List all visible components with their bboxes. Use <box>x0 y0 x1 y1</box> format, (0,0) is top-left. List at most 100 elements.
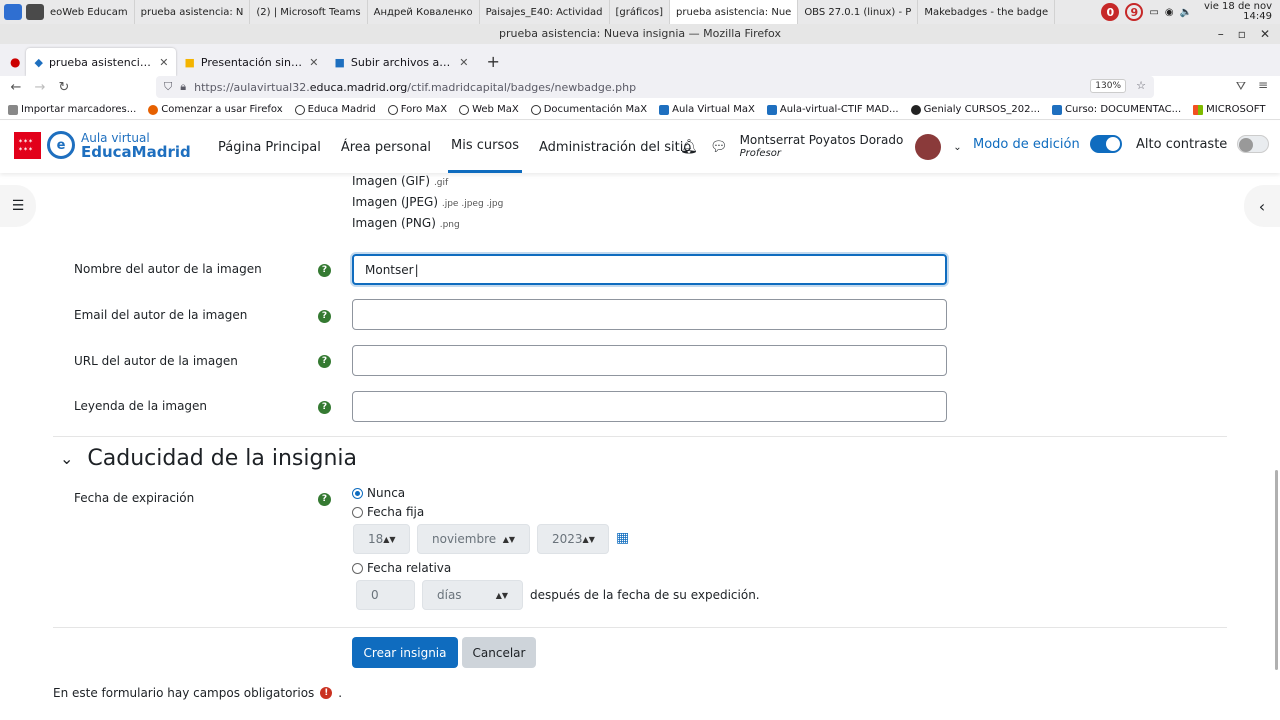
bookmark-star-icon[interactable]: ☆ <box>1136 79 1146 92</box>
bookmark-item[interactable]: Aula Virtual MaX <box>659 104 755 115</box>
relative-number-input[interactable]: 0 <box>356 580 415 610</box>
menu-icon[interactable]: ≡ <box>1258 78 1268 92</box>
browser-tab[interactable]: ◆ prueba asistencia: Nueva ✕ <box>26 48 177 76</box>
year-select[interactable]: 2023 ▲▼ <box>537 524 609 554</box>
taskbar-item[interactable]: (2) | Microsoft Teams <box>250 0 368 24</box>
help-icon[interactable]: ? <box>318 355 331 368</box>
month-select[interactable]: noviembre ▲▼ <box>417 524 530 554</box>
close-tab-icon[interactable]: ✕ <box>159 56 168 69</box>
high-contrast-control: Alto contraste <box>1136 135 1270 153</box>
network-icon[interactable]: ◉ <box>1165 7 1174 18</box>
bookmark-item[interactable]: MICROSOFT <box>1193 104 1265 115</box>
taskbar-item[interactable]: Makebadges - the badge <box>918 0 1056 24</box>
site-logo[interactable]: ✶✶✶ ✶✶✶ e Aula virtual EducaMadrid <box>14 131 191 160</box>
forward-icon[interactable]: → <box>28 80 52 95</box>
help-icon[interactable]: ? <box>318 310 331 323</box>
nav-site-admin[interactable]: Administración del sitio <box>536 121 694 173</box>
expiry-relative-option[interactable]: Fecha relativa <box>352 561 451 575</box>
taskbar-item[interactable]: Paisajes_E40: Actividad <box>480 0 610 24</box>
page-scrollbar[interactable] <box>1275 470 1278 670</box>
bookmark-label: Documentación MaX <box>543 104 648 115</box>
moodle-favicon-icon: ◆ <box>34 55 43 69</box>
author-url-input[interactable] <box>352 345 947 376</box>
chevron-down-icon[interactable]: ⌄ <box>60 449 73 468</box>
radio-never[interactable] <box>352 487 363 499</box>
new-tab-icon[interactable]: + <box>476 48 509 76</box>
bookmark-item[interactable]: Educa Madrid <box>294 104 376 115</box>
close-icon[interactable]: ✕ <box>1260 27 1270 41</box>
nav-home[interactable]: Página Principal <box>215 121 324 173</box>
volume-icon[interactable]: 🔈 <box>1180 7 1192 18</box>
relative-unit-select[interactable]: días ▲▼ <box>422 580 523 610</box>
shield-icon[interactable]: ⛉ <box>164 80 172 94</box>
app-launcher-icon[interactable] <box>4 4 22 20</box>
maximize-icon[interactable]: ▫ <box>1238 27 1246 41</box>
course-index-toggle[interactable]: ☰ <box>0 185 36 227</box>
nav-my-courses[interactable]: Mis cursos <box>448 121 522 173</box>
day-select[interactable]: 18 ▲▼ <box>353 524 410 554</box>
bookmark-item[interactable]: Genialy CURSOS_202... <box>910 104 1040 115</box>
nav-dashboard[interactable]: Área personal <box>338 121 434 173</box>
moodle-icon <box>1052 104 1063 115</box>
bookmark-item[interactable]: Foro MaX <box>387 104 447 115</box>
chevron-down-icon[interactable]: ⌄ <box>953 142 961 153</box>
taskbar-item[interactable]: prueba asistencia: Nue <box>670 0 799 24</box>
expiry-fixed-option[interactable]: Fecha fija <box>352 505 424 519</box>
close-tab-icon[interactable]: ✕ <box>459 56 468 69</box>
caption-input[interactable] <box>352 391 947 422</box>
url-bar[interactable]: ⛉ 🔒︎ https://aulavirtual32. educa.madrid.… <box>156 76 1154 98</box>
expiry-never-option[interactable]: Nunca <box>352 486 405 500</box>
bookmark-item[interactable]: Importar marcadores... <box>8 104 136 115</box>
radio-fixed[interactable] <box>352 506 363 518</box>
bookmark-label: Comenzar a usar Firefox <box>161 104 283 115</box>
taskbar-item[interactable]: Андрей Коваленко <box>368 0 480 24</box>
minimize-icon[interactable]: – <box>1218 27 1224 41</box>
taskbar-item[interactable]: [gráficos] <box>610 0 671 24</box>
reload-icon[interactable]: ↻ <box>52 80 76 95</box>
close-tab-icon[interactable]: ✕ <box>309 56 318 69</box>
browser-tab[interactable]: ■ Presentación sin título - F ✕ <box>176 48 326 76</box>
browser-tab[interactable]: ■ Subir archivos a la Media ✕ <box>326 48 476 76</box>
high-contrast-switch[interactable] <box>1237 135 1270 153</box>
pocket-icon[interactable]: ⛛ <box>1236 79 1246 94</box>
edit-mode-switch[interactable] <box>1089 135 1122 153</box>
taskbar-item[interactable]: OBS 27.0.1 (linux) - P <box>798 0 919 24</box>
chat-icon[interactable]: 💬︎ <box>710 139 728 155</box>
block-drawer-toggle[interactable]: ‹ <box>1244 185 1280 227</box>
taskbar-item[interactable]: eoWeb Educam <box>44 0 135 24</box>
monitor-icon[interactable]: ▭ <box>1149 7 1158 18</box>
firefox-icon <box>148 104 159 115</box>
create-badge-button[interactable]: Crear insignia <box>352 637 458 668</box>
high-contrast-label: Alto contraste <box>1136 136 1228 152</box>
author-url-label: URL del autor de la imagen <box>74 354 238 368</box>
terminal-icon[interactable] <box>26 4 44 20</box>
expiry-section-header[interactable]: ⌄ Caducidad de la insignia <box>60 446 357 471</box>
taskbar-item[interactable]: prueba asistencia: N <box>135 0 251 24</box>
help-icon[interactable]: ? <box>318 493 331 506</box>
firefox-view-icon[interactable]: ● <box>4 48 26 76</box>
bookmark-item[interactable]: Aula-virtual-CTIF MAD... <box>766 104 899 115</box>
avatar[interactable] <box>915 134 942 160</box>
file-type-item: Imagen (PNG) .png <box>352 214 503 235</box>
user-info[interactable]: Montserrat Poyatos Dorado Profesor <box>740 133 904 161</box>
bookmark-item[interactable]: Documentación MaX <box>530 104 648 115</box>
clock[interactable]: vie 18 de nov 14:49 <box>1204 2 1272 22</box>
cancel-button[interactable]: Cancelar <box>462 637 536 668</box>
bookmark-item[interactable]: Comenzar a usar Firefox <box>148 104 283 115</box>
calendar-icon[interactable]: ▦ <box>616 530 629 546</box>
import-icon <box>8 104 18 115</box>
bell-icon[interactable]: 🔔︎ <box>680 139 698 155</box>
notification-badge[interactable]: 0 <box>1101 3 1120 21</box>
author-email-input[interactable] <box>352 299 947 330</box>
back-icon[interactable]: ← <box>4 80 28 95</box>
select-arrow-icon: ▲▼ <box>582 534 595 544</box>
radio-relative[interactable] <box>352 562 363 574</box>
notification-badge[interactable]: 9 <box>1125 3 1144 21</box>
bookmark-item[interactable]: Curso: DOCUMENTAC... <box>1052 104 1181 115</box>
help-icon[interactable]: ? <box>318 264 331 277</box>
bookmark-item[interactable]: Web MaX <box>459 104 519 115</box>
lock-icon[interactable]: 🔒︎ <box>180 80 186 94</box>
author-name-input[interactable]: Montser | <box>352 254 947 285</box>
zoom-level[interactable]: 130% <box>1090 79 1126 93</box>
help-icon[interactable]: ? <box>318 401 331 414</box>
